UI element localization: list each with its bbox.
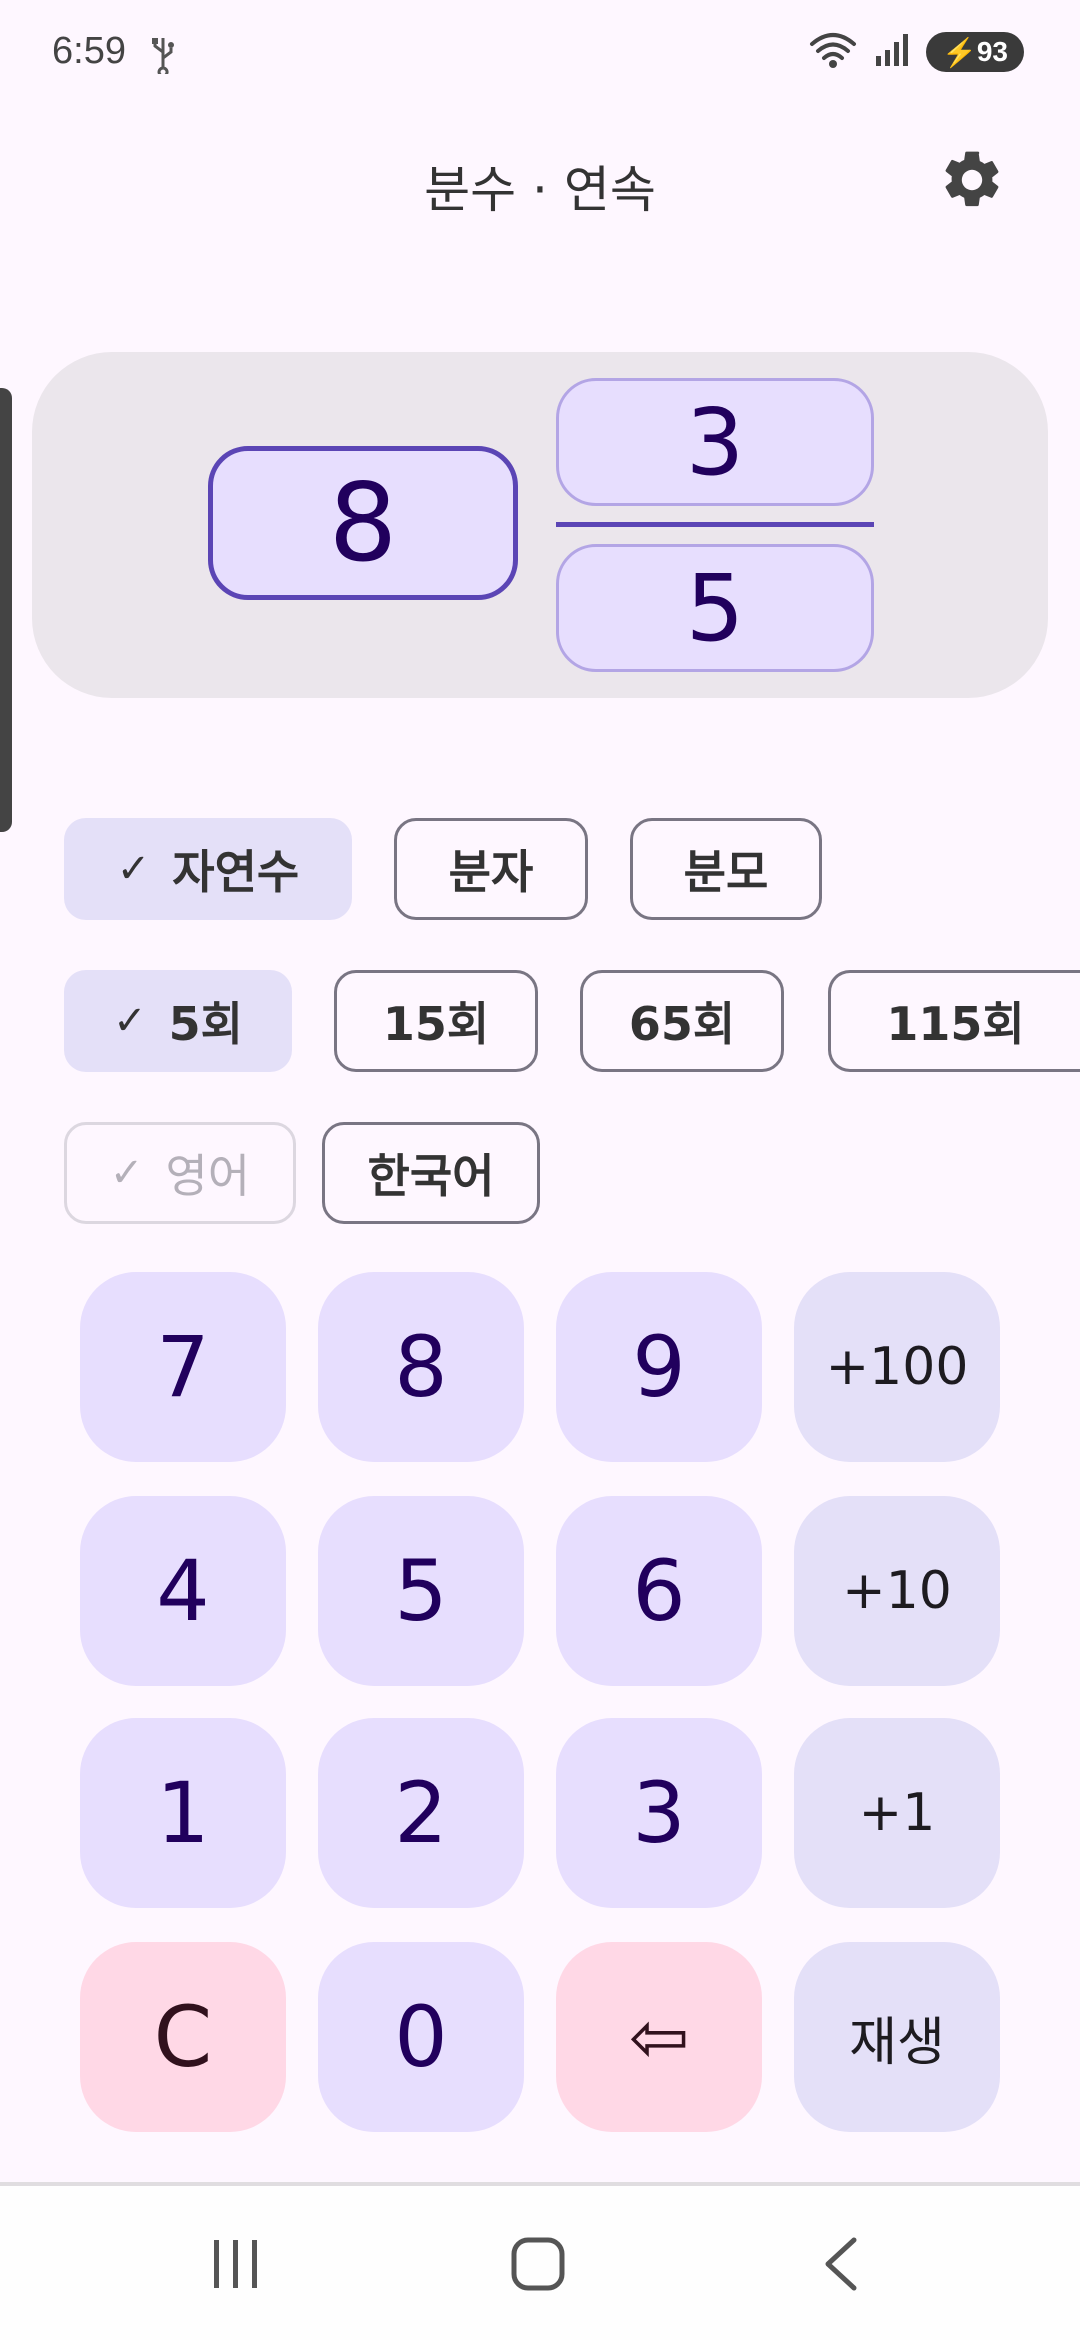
settings-button[interactable] xyxy=(938,146,1006,214)
key-6[interactable]: 6 xyxy=(556,1496,762,1686)
key-9[interactable]: 9 xyxy=(556,1272,762,1462)
fraction-bar xyxy=(556,522,874,527)
battery-level: 93 xyxy=(976,36,1009,67)
chip-repeat-115[interactable]: 115회 xyxy=(828,970,1080,1072)
chip-label: 65회 xyxy=(628,997,736,1051)
chip-label: 영어 xyxy=(165,1149,251,1203)
key-5[interactable]: 5 xyxy=(318,1496,524,1686)
key-4[interactable]: 4 xyxy=(80,1496,286,1686)
key-plus-1[interactable]: +1 xyxy=(794,1718,1000,1908)
denominator-field[interactable]: 5 xyxy=(556,544,874,672)
whole-number-field[interactable]: 8 xyxy=(208,446,518,600)
gear-icon xyxy=(945,151,999,207)
key-8[interactable]: 8 xyxy=(318,1272,524,1462)
numerator-field[interactable]: 3 xyxy=(556,378,874,506)
recent-apps-icon[interactable] xyxy=(210,2236,262,2296)
status-icons: ⚡ 93 xyxy=(808,30,1024,74)
key-plus-10[interactable]: +10 xyxy=(794,1496,1000,1686)
charging-icon: ⚡ xyxy=(941,36,977,68)
play-button[interactable]: 재생 xyxy=(794,1942,1000,2132)
edge-panel-handle[interactable] xyxy=(0,388,12,832)
chip-repeat-5[interactable]: ✓ 5회 xyxy=(64,970,292,1072)
chip-repeat-65[interactable]: 65회 xyxy=(580,970,784,1072)
check-icon: ✓ xyxy=(113,998,147,1044)
page-title: 분수 · 연속 xyxy=(424,161,656,219)
chip-label: 분자 xyxy=(448,845,534,899)
chip-label: 15회 xyxy=(382,997,490,1051)
fraction-display xyxy=(32,352,1048,698)
chip-label: 분모 xyxy=(683,845,769,899)
chip-denominator[interactable]: 분모 xyxy=(630,818,822,920)
chip-korean[interactable]: 한국어 xyxy=(322,1122,540,1224)
check-icon: ✓ xyxy=(116,846,151,892)
chip-whole-number[interactable]: ✓ 자연수 xyxy=(64,818,352,920)
key-1[interactable]: 1 xyxy=(80,1718,286,1908)
key-7[interactable]: 7 xyxy=(80,1272,286,1462)
key-2[interactable]: 2 xyxy=(318,1718,524,1908)
system-nav-bar xyxy=(0,2186,1080,2340)
key-0[interactable]: 0 xyxy=(318,1942,524,2132)
chip-numerator[interactable]: 분자 xyxy=(394,818,588,920)
clear-button[interactable]: C xyxy=(80,1942,286,2132)
chip-label: 5회 xyxy=(168,997,243,1051)
backspace-button[interactable]: ⇦ xyxy=(556,1942,762,2132)
chip-english[interactable]: ✓ 영어 xyxy=(64,1122,296,1224)
wifi-icon xyxy=(808,30,858,74)
key-plus-100[interactable]: +100 xyxy=(794,1272,1000,1462)
chip-label: 115회 xyxy=(886,997,1025,1051)
check-icon: ✓ xyxy=(109,1150,144,1196)
home-icon[interactable] xyxy=(510,2236,566,2296)
back-icon[interactable] xyxy=(820,2236,860,2296)
chip-label: 한국어 xyxy=(367,1149,495,1203)
usb-icon xyxy=(148,34,178,78)
chip-repeat-15[interactable]: 15회 xyxy=(334,970,538,1072)
signal-icon xyxy=(872,30,912,74)
key-3[interactable]: 3 xyxy=(556,1718,762,1908)
status-time: 6:59 xyxy=(52,30,126,72)
battery-indicator: ⚡ 93 xyxy=(926,32,1024,72)
chip-label: 자연수 xyxy=(172,845,300,899)
status-bar: 6:59 ⚡ 93 xyxy=(0,0,1080,110)
